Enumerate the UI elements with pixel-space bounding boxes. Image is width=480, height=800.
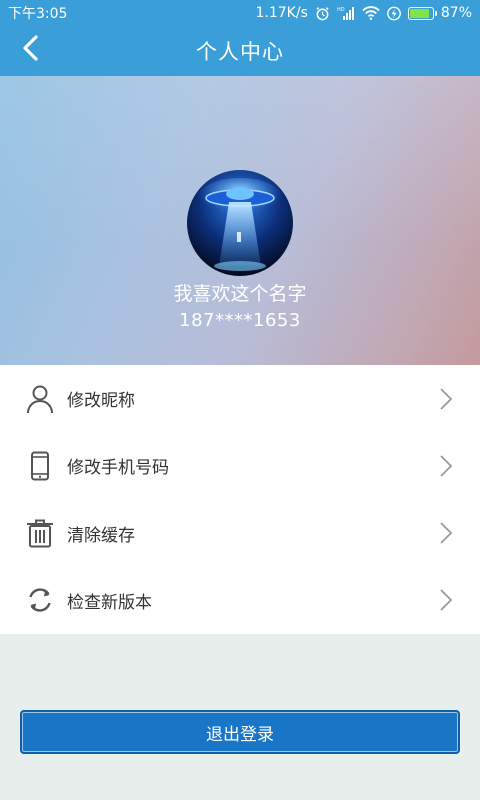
svg-text:HD: HD [337,7,345,13]
chevron-right-icon [436,588,456,612]
page-title: 个人中心 [196,40,284,64]
signal-icon: HD [337,6,355,20]
menu-item-clear-cache[interactable]: 清除缓存 [0,500,480,567]
settings-menu: 修改昵称 修改手机号码 清除缓存 检查新版本 [0,365,480,634]
refresh-icon [24,584,56,616]
alarm-icon [315,6,330,21]
status-indicators: 1.17K/s HD 87% [256,5,473,21]
menu-item-edit-nickname[interactable]: 修改昵称 [0,365,480,432]
menu-item-label: 清除缓存 [67,525,135,546]
avatar[interactable] [187,170,293,276]
phone-icon [24,450,56,482]
user-icon [24,383,56,415]
charging-icon [386,6,401,21]
user-name: 我喜欢这个名字 [173,283,307,305]
menu-item-check-update[interactable]: 检查新版本 [0,567,480,634]
logout-button[interactable]: 退出登录 [20,710,460,754]
battery-fill [409,8,429,18]
trash-icon [24,517,56,549]
chevron-right-icon [436,387,456,411]
status-time: 下午3:05 [8,6,68,22]
app-bar: 个人中心 [0,26,480,76]
battery-icon [407,6,437,20]
chevron-left-icon [20,35,42,65]
menu-item-edit-phone[interactable]: 修改手机号码 [0,432,480,499]
wifi-icon [362,6,380,20]
status-bar: 下午3:05 1.17K/s HD 87% [0,0,480,26]
menu-item-label: 检查新版本 [67,592,152,613]
network-speed: 1.17K/s [255,5,308,21]
ufo-avatar [196,178,284,271]
menu-item-label: 修改手机号码 [67,458,169,479]
user-phone: 187****1653 [179,310,301,331]
battery-percent: 87% [440,5,472,21]
chevron-right-icon [436,454,456,478]
chevron-right-icon [436,521,456,545]
profile-header: 我喜欢这个名字 187****1653 [0,76,480,365]
back-button[interactable] [14,32,48,68]
menu-item-label: 修改昵称 [67,391,135,412]
